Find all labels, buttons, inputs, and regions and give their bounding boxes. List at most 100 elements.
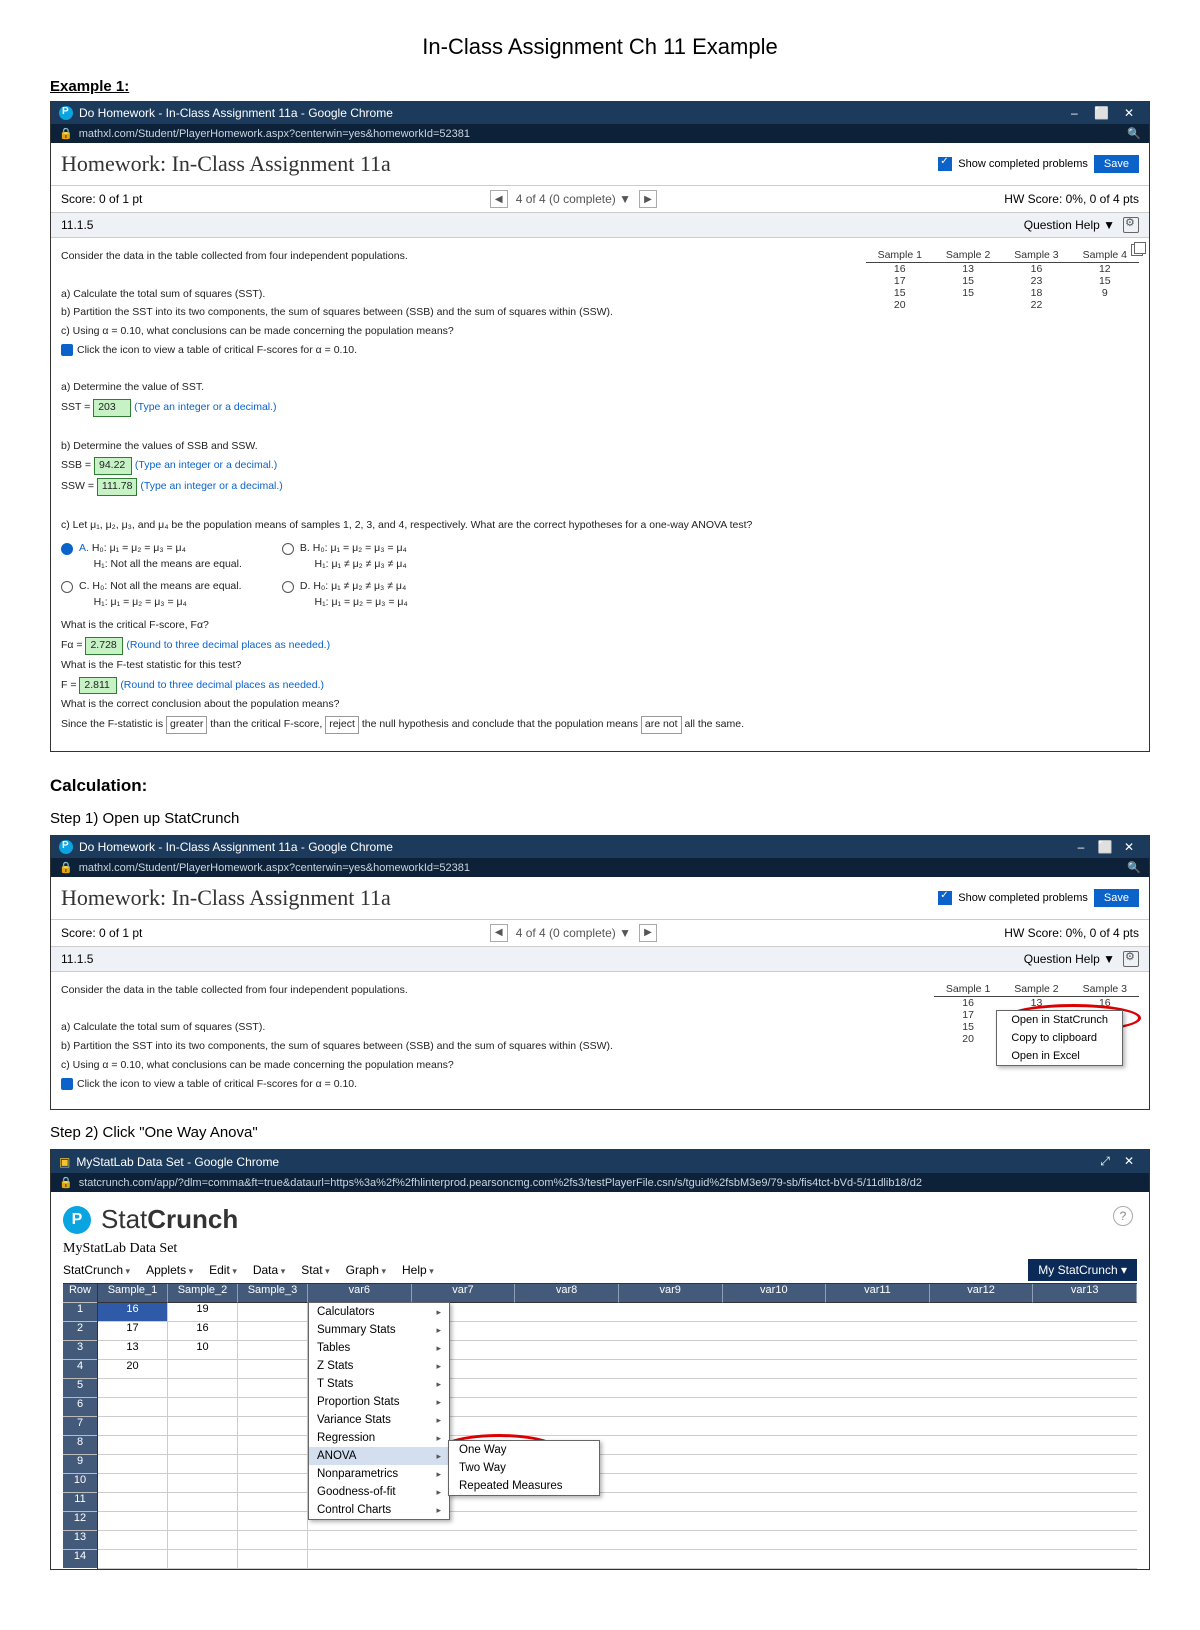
menu-stat[interactable]: Stat [301,1263,329,1277]
menu-t-stats[interactable]: T Stats▸ [309,1375,449,1393]
row-headers: Row 1234567891011121314 [63,1284,98,1569]
question-help-dropdown[interactable]: Question Help ▼ [1024,952,1115,966]
fa-hint: (Round to three decimal places as needed… [126,639,330,651]
save-button[interactable]: Save [1094,889,1139,907]
close-icon[interactable]: ✕ [1117,840,1141,854]
col-header[interactable]: var11 [826,1284,930,1303]
statcrunch-tab-icon: ▣ [59,1155,70,1169]
ssw-input[interactable]: 111.78 [97,478,138,496]
menu-graph[interactable]: Graph [346,1263,386,1277]
ssb-hint: (Type an integer or a decimal.) [135,459,277,471]
conclusion-dropdown-3[interactable]: are not [641,716,682,734]
copy-icon[interactable] [1131,244,1143,256]
submenu-repeated-measures[interactable]: Repeated Measures [449,1477,599,1495]
conclusion-dropdown-1[interactable]: greater [166,716,207,734]
menu-z-stats[interactable]: Z Stats▸ [309,1357,449,1375]
menu-data[interactable]: Data [253,1263,285,1277]
maximize-icon[interactable]: ⤢ [1093,1154,1117,1169]
col-header[interactable]: var8 [515,1284,619,1303]
question-number: 11.1.5 [61,218,93,232]
pager-prev-icon[interactable]: ◀ [490,924,508,942]
statcrunch-logo-text: StatCrunch [101,1204,238,1235]
col-header[interactable]: var13 [1033,1284,1137,1303]
sst-input[interactable]: 203 [93,399,131,417]
menu-nonparametrics[interactable]: Nonparametrics▸ [309,1465,449,1483]
ssb-input[interactable]: 94.22 [94,457,132,475]
search-icon[interactable]: 🔍 [1127,861,1141,874]
menu-tables[interactable]: Tables▸ [309,1339,449,1357]
hw-score-text: HW Score: 0%, 0 of 4 pts [1004,192,1139,206]
menu-open-excel[interactable]: Open in Excel [997,1047,1122,1065]
maximize-icon[interactable]: ⬜ [1093,840,1117,854]
col-header[interactable]: var10 [723,1284,827,1303]
option-d[interactable]: D. H₀: μ₁ ≠ μ₂ ≠ μ₃ ≠ μ₄ H₁: μ₁ = μ₂ = μ… [282,579,408,611]
gear-icon[interactable] [1123,217,1139,233]
question-intro: Consider the data in the table collected… [61,249,854,265]
maximize-icon[interactable]: ⬜ [1090,106,1114,120]
menu-calculators[interactable]: Calculators▸ [309,1303,449,1321]
menu-proportion-stats[interactable]: Proportion Stats▸ [309,1393,449,1411]
col-header[interactable]: var9 [619,1284,723,1303]
f-input[interactable]: 2.811 [79,677,117,695]
option-a[interactable]: A. H₀: μ₁ = μ₂ = μ₃ = μ₄ H₁: Not all the… [61,541,242,573]
menu-applets[interactable]: Applets [146,1263,193,1277]
pager-prev-icon[interactable]: ◀ [490,190,508,208]
col-header[interactable]: Sample_3 [238,1284,308,1303]
radio-d[interactable] [282,581,294,593]
document-title: In-Class Assignment Ch 11 Example [50,34,1150,60]
option-c[interactable]: C. H₀: Not all the means are equal. H₁: … [61,579,242,611]
minimize-icon[interactable]: – [1069,840,1093,854]
menu-control-charts[interactable]: Control Charts▸ [309,1501,449,1519]
menu-open-statcrunch[interactable]: Open in StatCrunch [997,1011,1122,1029]
menu-copy-clipboard[interactable]: Copy to clipboard [997,1029,1122,1047]
table-link-icon[interactable] [61,1078,73,1090]
question-help-dropdown[interactable]: Question Help ▼ [1024,218,1115,232]
calculation-heading: Calculation: [50,776,1150,796]
menu-anova[interactable]: ANOVA▸ [309,1447,449,1465]
part-b-prompt: b) Determine the values of SSB and SSW. [61,439,854,455]
menu-summary-stats[interactable]: Summary Stats▸ [309,1321,449,1339]
col-header[interactable]: var12 [930,1284,1034,1303]
col-header[interactable]: var6 [308,1284,412,1303]
conclusion-dropdown-2[interactable]: reject [325,716,359,734]
radio-a[interactable] [61,543,73,555]
sst-hint: (Type an integer or a decimal.) [134,401,276,413]
minimize-icon[interactable]: – [1062,106,1086,120]
hw-score-text: HW Score: 0%, 0 of 4 pts [1004,926,1139,940]
submenu-one-way[interactable]: One Way [449,1441,599,1459]
browser-tab-title: MyStatLab Data Set - Google Chrome [76,1155,279,1169]
show-completed-checkbox[interactable] [938,891,952,905]
menu-edit[interactable]: Edit [209,1263,237,1277]
close-icon[interactable]: ✕ [1117,106,1141,120]
col-header[interactable]: var7 [412,1284,516,1303]
menu-goodness-of-fit[interactable]: Goodness-of-fit▸ [309,1483,449,1501]
menu-help[interactable]: Help [402,1263,434,1277]
menu-variance-stats[interactable]: Variance Stats▸ [309,1411,449,1429]
question-pager[interactable]: ◀4 of 4 (0 complete) ▼▶ [490,924,657,942]
radio-c[interactable] [61,581,73,593]
menu-statcrunch[interactable]: StatCrunch [63,1263,130,1277]
save-button[interactable]: Save [1094,155,1139,173]
fa-input[interactable]: 2.728 [85,637,123,655]
search-icon[interactable]: 🔍 [1127,127,1141,140]
pager-next-icon[interactable]: ▶ [639,924,657,942]
table-link-icon[interactable] [61,344,73,356]
part-a: a) Calculate the total sum of squares (S… [61,287,854,303]
fstat-prompt: What is the F-test statistic for this te… [61,658,854,674]
show-completed-checkbox[interactable] [938,157,952,171]
score-text: Score: 0 of 1 pt [61,192,142,206]
question-pager[interactable]: ◀ 4 of 4 (0 complete) ▼ ▶ [490,190,657,208]
option-b[interactable]: B. H₀: μ₁ = μ₂ = μ₃ = μ₄ H₁: μ₁ ≠ μ₂ ≠ μ… [282,541,408,573]
part-a-prompt: a) Determine the value of SST. [61,380,854,396]
cell-selected[interactable]: 16 [98,1303,168,1322]
col-header[interactable]: Sample_2 [168,1284,238,1303]
ssw-hint: (Type an integer or a decimal.) [140,480,282,492]
close-icon[interactable]: ✕ [1117,1154,1141,1168]
radio-b[interactable] [282,543,294,555]
my-statcrunch-button[interactable]: My StatCrunch ▾ [1028,1259,1137,1281]
pager-next-icon[interactable]: ▶ [639,190,657,208]
gear-icon[interactable] [1123,951,1139,967]
col-header[interactable]: Sample_1 [98,1284,168,1303]
submenu-two-way[interactable]: Two Way [449,1459,599,1477]
menu-regression[interactable]: Regression▸ [309,1429,449,1447]
